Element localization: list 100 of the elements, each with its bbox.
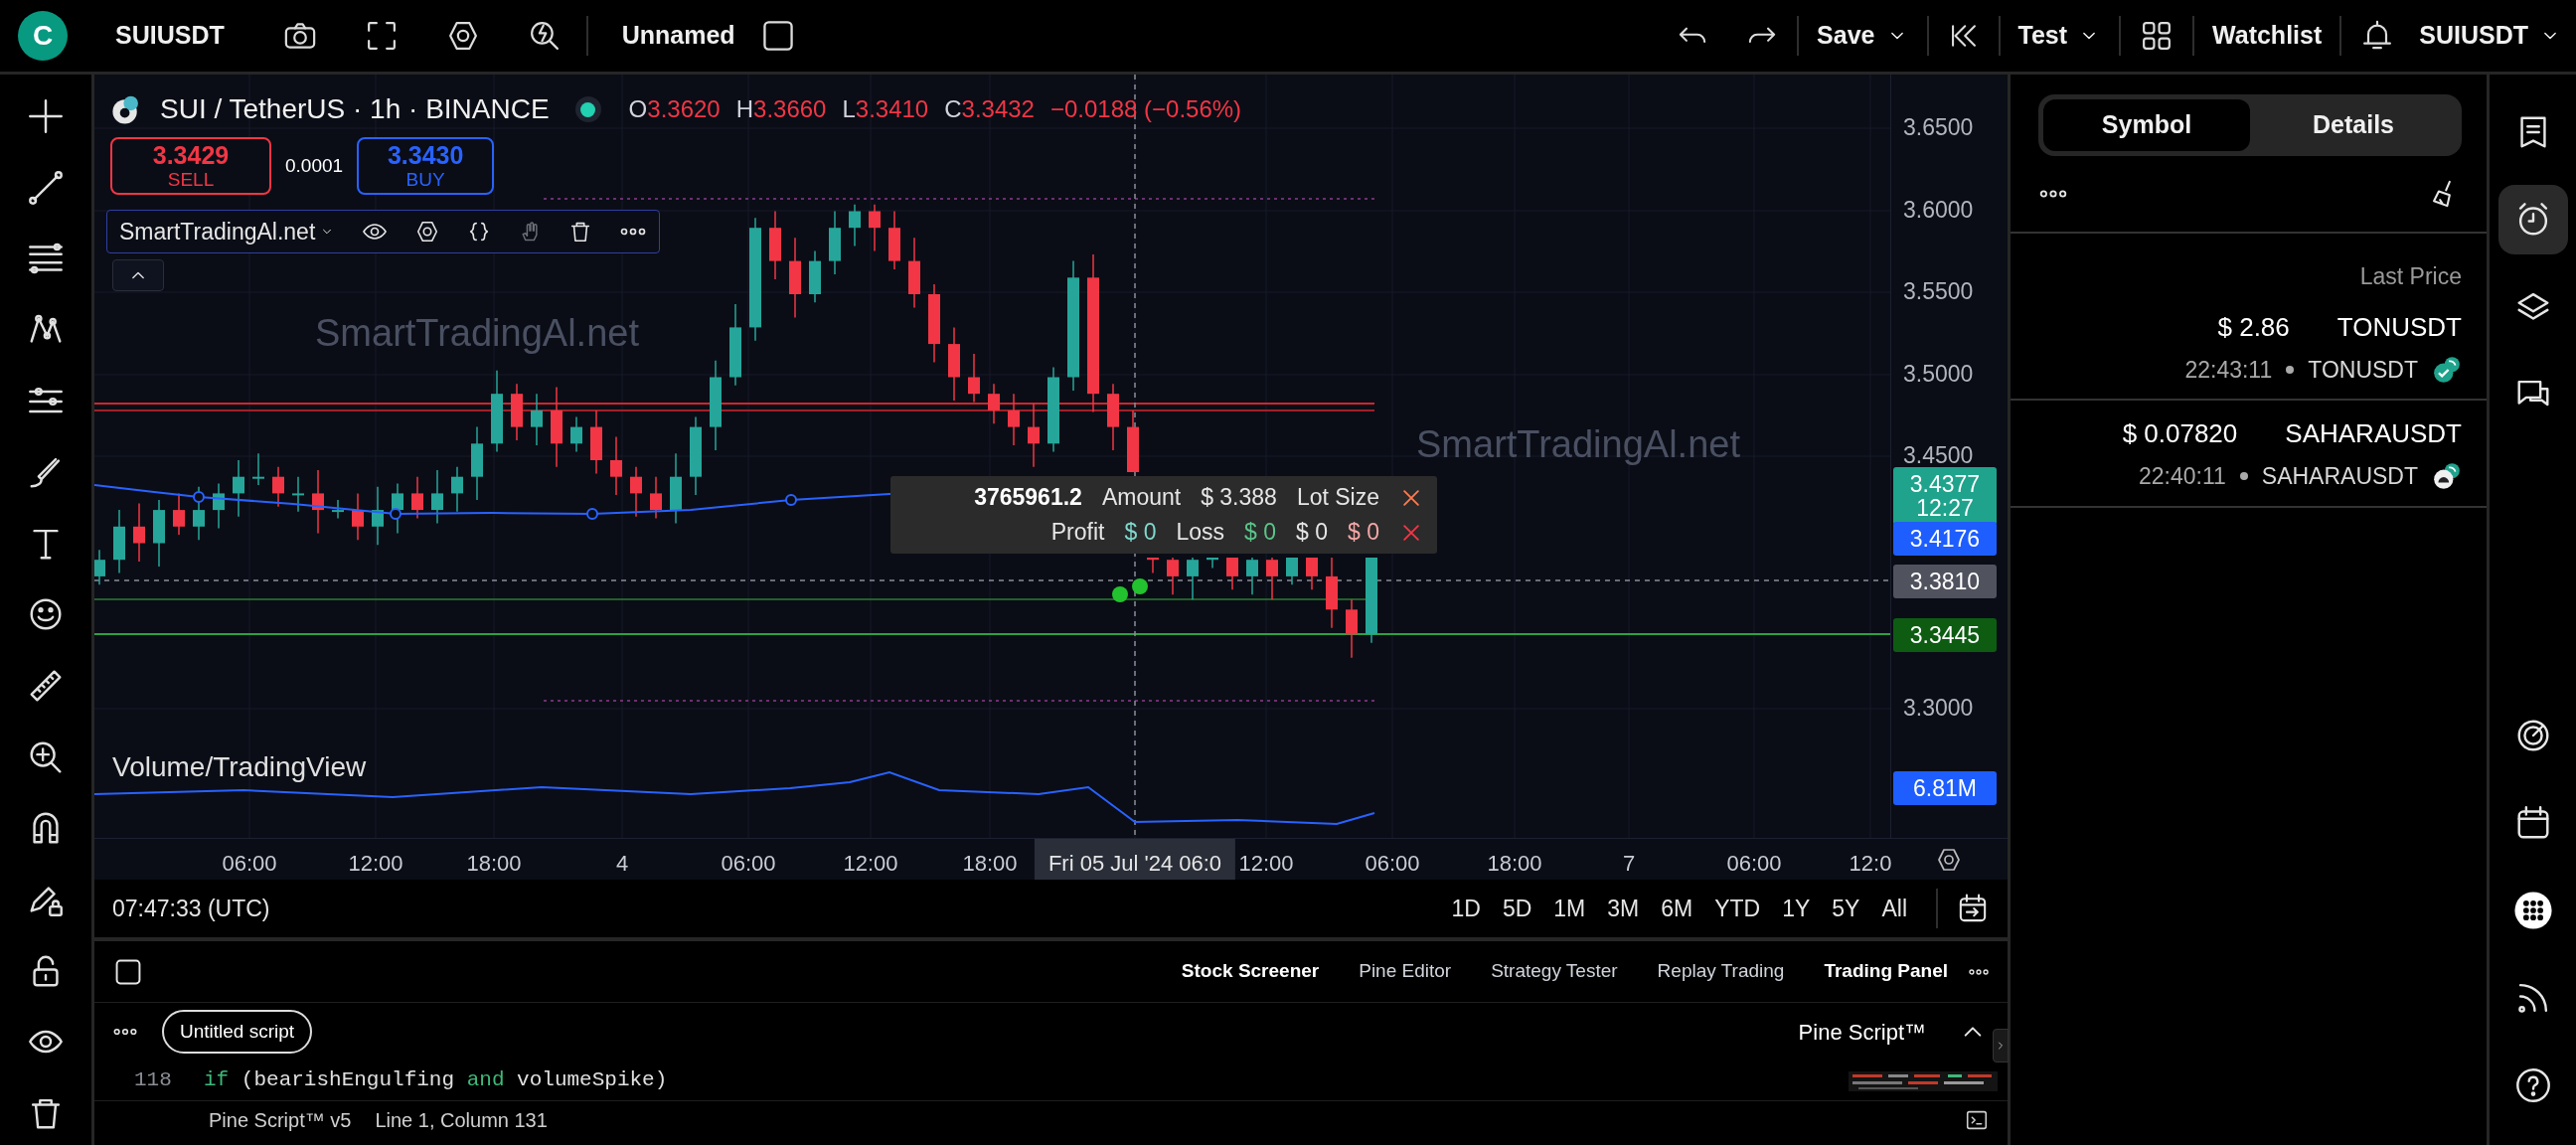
candle xyxy=(1246,557,1258,596)
candle xyxy=(252,452,264,486)
candle xyxy=(1306,557,1318,591)
source-text: SAHARAUSDT xyxy=(2261,462,2418,491)
profit-label: Profit xyxy=(1050,518,1105,548)
status-icon xyxy=(2432,461,2462,492)
candle xyxy=(849,204,861,247)
time-label: 06:00 xyxy=(1726,850,1782,878)
layout-name[interactable]: Unnamed xyxy=(621,17,735,55)
time-label: 18:00 xyxy=(962,850,1018,878)
watchlist-row[interactable]: $ 2.86 TONUSDT 22:43:11 TONUSDT xyxy=(2011,293,2487,401)
range-button[interactable]: 1D xyxy=(1440,891,1492,926)
candle xyxy=(809,249,821,304)
candle xyxy=(1008,393,1020,446)
time-text: 22:40:11 xyxy=(2138,462,2226,491)
price-label: 3.6000 xyxy=(1903,199,1974,222)
amount-label: Amount xyxy=(1101,483,1182,513)
apps-grid-icon xyxy=(2512,891,2553,930)
panel-tab[interactable]: Trading Panel xyxy=(1804,957,1968,986)
price-label: 3.6500 xyxy=(1903,116,1974,139)
candle xyxy=(1127,409,1139,473)
panel-tab[interactable]: Strategy Tester xyxy=(1471,957,1638,986)
ohlc-value: C3.3432 xyxy=(944,94,1035,124)
candle xyxy=(531,393,543,446)
candle xyxy=(1187,557,1199,601)
panel-tab[interactable]: Replay Trading xyxy=(1637,957,1805,986)
time-label: 06:00 xyxy=(1365,850,1420,878)
signal-marker xyxy=(1112,586,1128,602)
range-button[interactable]: 6M xyxy=(1650,891,1704,926)
volume-label: Volume/TradingView xyxy=(112,750,367,784)
candle xyxy=(829,210,841,275)
line-number: 118 xyxy=(134,1067,173,1094)
candle xyxy=(193,485,205,541)
time-label: 4 xyxy=(615,850,629,878)
symbol-button[interactable]: SUIUSDT xyxy=(115,17,225,55)
signal-marker xyxy=(1132,578,1148,594)
range-button[interactable]: 5Y xyxy=(1821,891,1871,926)
money-value: $ 0 xyxy=(1296,518,1328,548)
amount-value: $ 3.388 xyxy=(1201,483,1277,513)
language-button[interactable]: Pine Script™ xyxy=(1792,1014,1932,1050)
test-button[interactable]: Test xyxy=(2017,17,2102,55)
watchlist-button[interactable]: Watchlist xyxy=(2212,17,2323,55)
symbol-text: TONUSDT xyxy=(2336,310,2462,344)
candle xyxy=(650,475,662,520)
candle xyxy=(113,509,125,574)
watermark-text: SmartTradingAl.net xyxy=(1416,422,1740,467)
candle xyxy=(590,409,602,475)
price-change: −0.0188 (−0.56%) xyxy=(1049,94,1242,124)
time-label: 18:00 xyxy=(1487,850,1542,878)
price-label: 3.4500 xyxy=(1903,444,1974,467)
column-header: Last Price xyxy=(2358,262,2463,291)
candle xyxy=(332,499,344,520)
symbol-button[interactable]: SUIUSDT xyxy=(2419,17,2562,55)
range-button[interactable]: 5D xyxy=(1491,891,1543,926)
language-version: Pine Script™ v5 xyxy=(209,1107,352,1133)
ohlc-value: O3.3620 xyxy=(628,94,721,124)
script-name-button[interactable]: Untitled script xyxy=(162,1009,313,1055)
segment-tab[interactable]: Symbol xyxy=(2043,99,2250,151)
candle xyxy=(1346,598,1358,659)
watchlist-row[interactable]: $ 0.07820 SAHARAUSDT 22:40:11 SAHARAUSDT xyxy=(2011,401,2487,508)
source-text: TONUSDT xyxy=(2308,355,2418,385)
candle xyxy=(173,492,185,536)
crosshair-icon[interactable] xyxy=(26,96,66,136)
candle xyxy=(630,465,642,518)
candle xyxy=(1226,557,1238,591)
range-button[interactable]: YTD xyxy=(1703,891,1772,926)
alarm-clock-button[interactable] xyxy=(2497,185,2568,254)
time-label: 06:00 xyxy=(222,850,277,878)
save-button[interactable]: Save xyxy=(1817,17,1909,55)
time-label: 12:00 xyxy=(1238,850,1294,878)
range-button[interactable]: 3M xyxy=(1596,891,1651,926)
ohlc-value: L3.3410 xyxy=(842,94,929,124)
time-label: 7 xyxy=(1622,850,1636,878)
candle xyxy=(511,383,523,441)
panel-tab[interactable]: Pine Editor xyxy=(1339,957,1472,986)
candle xyxy=(451,465,463,513)
buy-button[interactable]: 3.3430 BUY xyxy=(357,137,495,196)
app-logo[interactable]: C xyxy=(18,11,68,61)
time-label: 06:00 xyxy=(721,850,776,878)
candle xyxy=(869,204,881,252)
segment-tab[interactable]: Details xyxy=(2250,99,2457,151)
panel-tab[interactable]: Stock Screener xyxy=(1161,957,1340,986)
candle xyxy=(1167,557,1179,596)
candle xyxy=(94,549,105,585)
price-label: 3.5500 xyxy=(1903,280,1974,303)
crosshair-time-label: Fri 05 Jul '24 06:0 xyxy=(1034,839,1236,880)
sell-button[interactable]: 3.3429 SELL xyxy=(110,137,271,196)
cursor-position: Line 1, Column 131 xyxy=(375,1107,548,1133)
indicator-name[interactable]: SmartTradingAl.net xyxy=(119,214,336,249)
candle xyxy=(1147,557,1159,574)
money-value: $ 0 xyxy=(1348,518,1379,548)
chart-title[interactable]: SUI / TetherUS · 1h · BINANCE xyxy=(160,88,550,130)
ohlc-value: H3.3660 xyxy=(735,94,827,124)
range-button[interactable]: All xyxy=(1870,891,1918,926)
candle xyxy=(392,482,403,535)
range-button[interactable]: 1Y xyxy=(1771,891,1822,926)
price-badge: 3.3445 xyxy=(1893,618,1997,653)
range-button[interactable]: 1M xyxy=(1542,891,1597,926)
money-value: $ 0 xyxy=(1244,518,1277,548)
time-text: 22:43:11 xyxy=(2184,355,2273,385)
